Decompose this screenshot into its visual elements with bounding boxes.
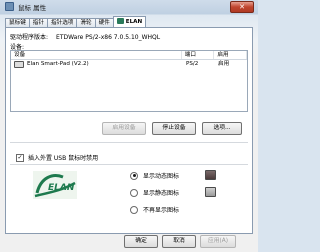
window-title: 鼠标 属性 <box>18 3 47 12</box>
mouse-properties-window: 鼠标 属性 ✕ 鼠标键 指针 指针选项 滑轮 硬件 ELAN 驱动程序版本: ET… <box>0 0 258 252</box>
column-port[interactable]: 端口 <box>182 51 215 59</box>
driver-version: 驱动程序版本: ETDWare PS/2-x86 7.0.5.10_WHQL <box>10 32 160 41</box>
elan-logo: ELAN <box>33 171 77 199</box>
tab-elan[interactable]: ELAN <box>112 16 147 27</box>
tray-option-static-label: 显示静态图标 <box>143 190 180 197</box>
tray-option-animated-label: 显示动态图标 <box>143 173 180 180</box>
options-button[interactable]: 选项... <box>202 122 242 135</box>
animated-tray-icon <box>205 170 216 180</box>
device-name: Elan Smart-Pad (V2.2) <box>27 61 89 67</box>
device-list[interactable]: 设备 端口 启用 Elan Smart-Pad (V2.2) PS/2 启用 <box>10 50 248 112</box>
usb-disable-option[interactable]: ✓ 插入外置 USB 鼠标时禁用 <box>16 153 98 162</box>
column-device[interactable]: 设备 <box>11 51 182 59</box>
ok-button[interactable]: 确定 <box>124 235 158 248</box>
radio-animated-icon[interactable] <box>130 171 138 180</box>
mouse-icon <box>5 2 14 11</box>
static-tray-icon <box>205 187 216 197</box>
radio-no-icon[interactable] <box>130 205 138 214</box>
enable-device-button[interactable]: 启用设备 <box>102 122 146 135</box>
elan-tab-icon <box>116 18 124 24</box>
tray-option-hidden[interactable]: 不再显示图标 <box>130 205 179 214</box>
elan-logo-text: ELAN <box>48 183 75 193</box>
driver-version-value: ETDWare PS/2-x86 7.0.5.10_WHQL <box>56 34 161 41</box>
elan-tab-panel: 驱动程序版本: ETDWare PS/2-x86 7.0.5.10_WHQL 设备… <box>5 27 253 234</box>
tray-option-hidden-label: 不再显示图标 <box>143 207 180 214</box>
cancel-button[interactable]: 取消 <box>162 235 196 248</box>
tray-option-static[interactable]: 显示静态图标 <box>130 188 179 197</box>
touchpad-icon <box>14 61 24 68</box>
tab-bar: 鼠标键 指针 指针选项 滑轮 硬件 ELAN <box>5 16 147 28</box>
device-enabled: 启用 <box>218 61 230 67</box>
table-row[interactable]: Elan Smart-Pad (V2.2) PS/2 启用 <box>11 60 247 69</box>
disable-device-button[interactable]: 停止设备 <box>152 122 196 135</box>
title-bar: 鼠标 属性 ✕ <box>0 0 258 13</box>
tab-elan-label: ELAN <box>125 19 143 25</box>
driver-version-label: 驱动程序版本: <box>10 34 49 41</box>
usb-disable-label: 插入外置 USB 鼠标时禁用 <box>28 155 99 162</box>
usb-disable-checkbox[interactable]: ✓ <box>16 153 24 162</box>
column-enabled[interactable]: 启用 <box>214 51 247 59</box>
divider <box>10 142 248 143</box>
close-button[interactable]: ✕ <box>230 1 254 13</box>
elan-logo-graphic: ELAN <box>34 174 76 198</box>
device-port: PS/2 <box>186 61 199 67</box>
tray-option-animated[interactable]: 显示动态图标 <box>130 171 179 180</box>
device-list-header: 设备 端口 启用 <box>11 51 247 60</box>
radio-static-icon[interactable] <box>130 188 138 197</box>
divider <box>10 164 248 165</box>
apply-button[interactable]: 应用(A) <box>200 235 236 248</box>
